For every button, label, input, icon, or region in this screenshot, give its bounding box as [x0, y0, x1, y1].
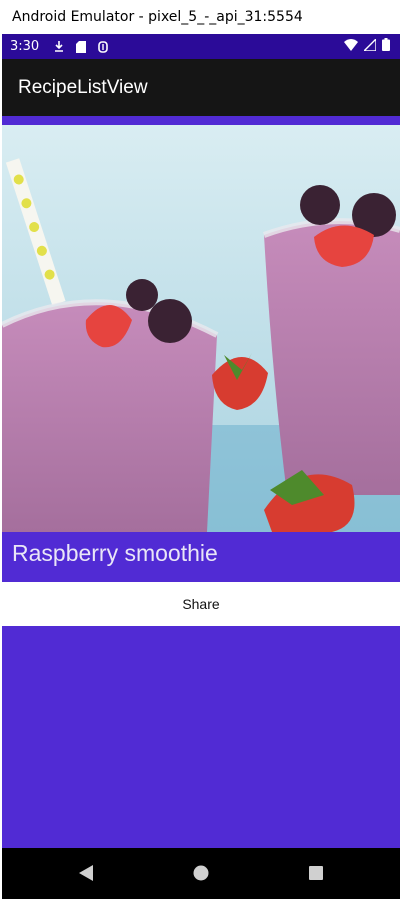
signal-icon [362, 36, 377, 55]
navigation-bar [2, 848, 400, 899]
app-bar: RecipeListView [2, 59, 400, 116]
sync-icon [97, 40, 109, 54]
status-time: 3:30 [10, 39, 40, 54]
page-title: RecipeListView [18, 76, 148, 98]
share-button[interactable]: Share [2, 582, 400, 626]
back-icon[interactable] [78, 865, 94, 881]
battery-icon [382, 38, 390, 55]
sd-card-icon [75, 40, 87, 54]
status-bar: 3:30 [2, 34, 400, 59]
wifi-icon [344, 38, 358, 55]
download-icon [53, 40, 65, 54]
device-screen: 3:30 RecipeListView Raspberry smoothie S… [2, 34, 400, 899]
emulator-window-title: Android Emulator - pixel_5_-_api_31:5554 [0, 0, 402, 34]
recipe-title: Raspberry smoothie [12, 540, 218, 566]
recents-icon[interactable] [308, 865, 324, 881]
recipe-image[interactable] [2, 125, 400, 532]
home-icon[interactable] [193, 865, 209, 881]
